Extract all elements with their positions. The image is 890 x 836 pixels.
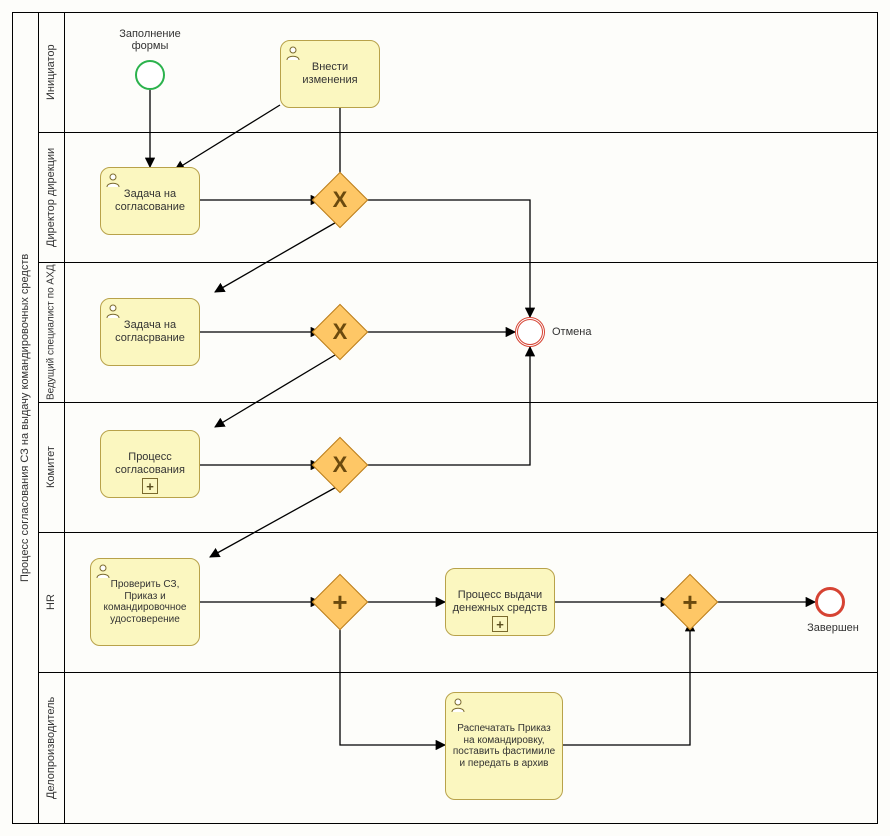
gateway-symbol: +: [320, 582, 360, 622]
task-committee-process: Процесс согласования +: [100, 430, 200, 498]
subprocess-icon: +: [142, 478, 158, 494]
gateway-symbol: X: [320, 312, 360, 352]
gateway-parallel-join: +: [670, 582, 710, 622]
user-icon: [285, 45, 301, 61]
cancel-event-label: Отмена: [552, 326, 612, 338]
gateway-committee: X: [320, 445, 360, 485]
task-print-archive: Распечатать Приказ на командировку, пост…: [445, 692, 563, 800]
task-label: Процесс согласования: [107, 451, 193, 476]
subprocess-icon: +: [492, 616, 508, 632]
end-event: [815, 587, 845, 617]
gateway-symbol: X: [320, 445, 360, 485]
task-label: Задача на согласование: [107, 188, 193, 213]
task-label: Задача на согласрвание: [107, 319, 193, 344]
task-director-approve: Задача на согласование: [100, 167, 200, 235]
user-icon: [95, 563, 111, 579]
task-label: Проверить СЗ, Приказ и командировочное у…: [97, 579, 193, 625]
task-label: Процесс выдачи денежных средств: [452, 589, 548, 614]
gateway-symbol: X: [320, 180, 360, 220]
task-hr-check: Проверить СЗ, Приказ и командировочное у…: [90, 558, 200, 646]
user-icon: [450, 697, 466, 713]
user-icon: [105, 303, 121, 319]
task-label: Распечатать Приказ на командировку, пост…: [452, 723, 556, 769]
task-label: Внести изменения: [287, 61, 373, 86]
task-ahd-approve: Задача на согласрвание: [100, 298, 200, 366]
task-make-changes: Внести изменения: [280, 40, 380, 108]
start-event-label: Заполнение формы: [110, 28, 190, 52]
bpmn-canvas: Процесс согласования СЗ на выдачу команд…: [0, 0, 890, 836]
gateway-symbol: +: [670, 582, 710, 622]
end-event-label: Завершен: [798, 622, 868, 634]
gateway-parallel-split: +: [320, 582, 360, 622]
user-icon: [105, 172, 121, 188]
cancel-event: [515, 317, 545, 347]
task-money-process: Процесс выдачи денежных средств +: [445, 568, 555, 636]
start-event: [135, 60, 165, 90]
gateway-ahd: X: [320, 312, 360, 352]
gateway-director: X: [320, 180, 360, 220]
